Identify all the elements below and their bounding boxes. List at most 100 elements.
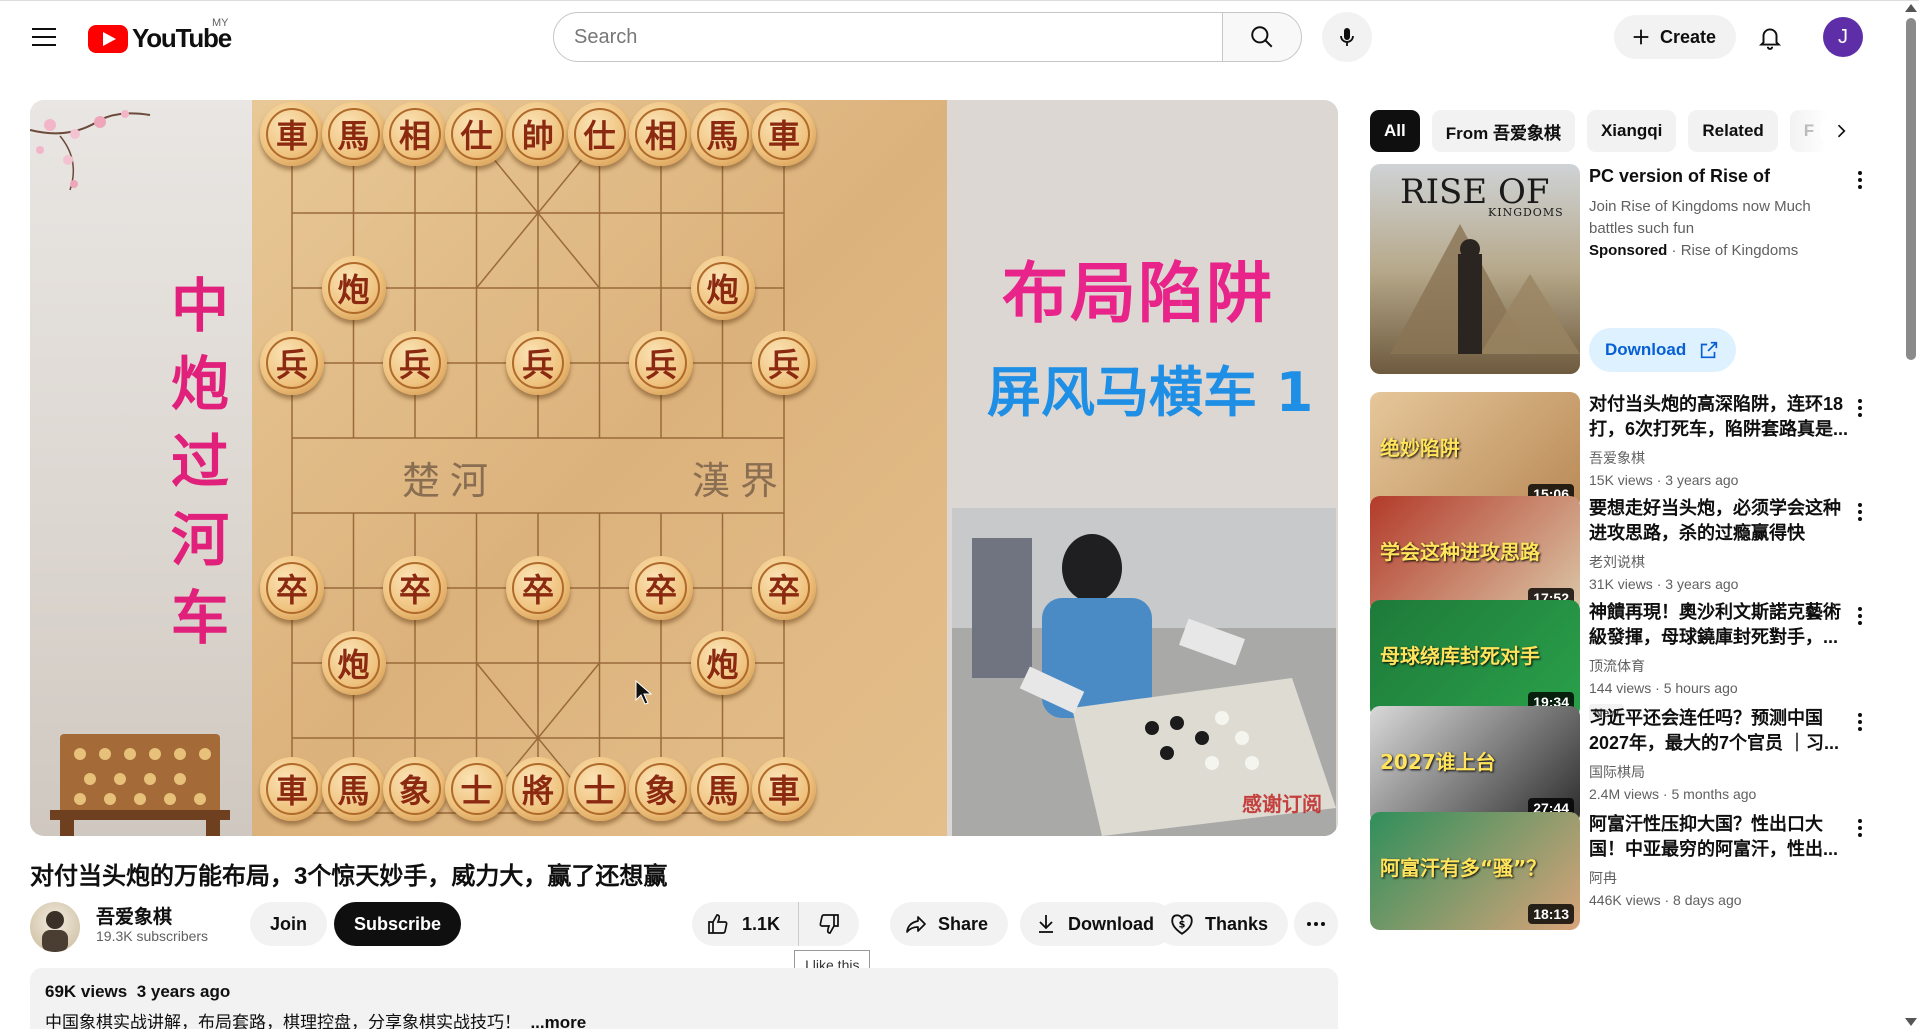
ad-title[interactable]: PC version of Rise of Kingdoms bbox=[1589, 164, 1849, 190]
recommendation-age: 8 days ago bbox=[1673, 892, 1742, 908]
region-code: MY bbox=[212, 17, 229, 29]
like-dislike-group: 1.1K bbox=[692, 902, 860, 946]
xiangqi-piece: 仕 bbox=[567, 102, 632, 166]
more-actions-button[interactable] bbox=[1294, 902, 1338, 946]
piece-label: 炮 bbox=[337, 646, 370, 684]
recommendation-card[interactable]: 母球绕库封死对手 19:34 神饋再現！奧沙利文斯諾克藝術級發揮，母球鐃庫封死對手，… bbox=[1370, 600, 1880, 722]
search-icon bbox=[1251, 26, 1273, 48]
video-title: 对付当头炮的万能布局，3个惊天妙手，威力大，赢了还想赢 bbox=[30, 863, 668, 890]
search-box[interactable] bbox=[553, 12, 1223, 62]
kebab-icon[interactable] bbox=[1848, 396, 1872, 420]
kebab-icon[interactable] bbox=[1848, 710, 1872, 734]
recommendation-title[interactable]: 阿富汗性压抑大国？性出口大国！中亚最穷的阿富汗，性出... bbox=[1589, 812, 1849, 862]
recommendation-channel[interactable]: 顶流体育 bbox=[1589, 656, 1645, 676]
voice-search-button[interactable] bbox=[1322, 12, 1372, 62]
scroll-up-arrow[interactable] bbox=[1905, 4, 1917, 12]
dislike-button[interactable] bbox=[799, 902, 859, 946]
subscribe-button[interactable]: Subscribe bbox=[334, 902, 462, 946]
thumbnail-headline-1: 布局陷阱 bbox=[1002, 255, 1274, 332]
recommendation-views: 2.4M views bbox=[1589, 786, 1660, 802]
create-label: Create bbox=[1660, 26, 1717, 47]
recommendation-card[interactable]: 2027谁上台 27:44 习近平还会连任吗？预测中国2027年，最大的7个官员 ｜… bbox=[1370, 706, 1880, 826]
chip-xiangqi[interactable]: Xiangqi bbox=[1586, 110, 1677, 152]
piece-label: 兵 bbox=[521, 346, 554, 384]
view-count: 69K views bbox=[45, 982, 128, 1001]
ad-download-button[interactable]: Download bbox=[1589, 328, 1737, 372]
chip-related[interactable]: Related bbox=[1688, 110, 1778, 152]
recommendation-title[interactable]: 神饋再現！奧沙利文斯諾克藝術級發揮，母球鐃庫封死對手，... bbox=[1589, 600, 1849, 650]
recommendation-channel[interactable]: 阿冉 bbox=[1589, 868, 1617, 888]
description-meta: 69K views 3 years ago bbox=[45, 982, 1323, 1002]
ad-thumbnail[interactable]: RISE OF KINGDOMS bbox=[1370, 164, 1580, 374]
piece-label: 士 bbox=[460, 772, 493, 810]
kebab-icon[interactable] bbox=[1848, 500, 1872, 524]
notifications-button[interactable] bbox=[1750, 17, 1790, 57]
piece-label: 卒 bbox=[767, 571, 800, 609]
search-input[interactable] bbox=[574, 25, 1202, 49]
xiangqi-piece: 兵 bbox=[752, 331, 816, 395]
download-button[interactable]: Download bbox=[1020, 902, 1174, 946]
piece-label: 帥 bbox=[521, 117, 554, 155]
scroll-down-arrow[interactable] bbox=[1905, 1018, 1917, 1026]
piece-label: 相 bbox=[644, 117, 677, 155]
kebab-icon[interactable] bbox=[1848, 168, 1872, 192]
mini-chessboard-illustration bbox=[50, 734, 230, 836]
recommendation-thumbnail[interactable]: 阿富汗有多“骚”？ 18:13 bbox=[1370, 812, 1580, 930]
recommendation-thumbnail[interactable]: 学会这种进攻思路 17:52 bbox=[1370, 496, 1580, 614]
recommendation-thumbnail[interactable]: 母球绕库封死对手 19:34 bbox=[1370, 600, 1580, 718]
recommendation-thumbnail[interactable]: 绝妙陷阱 15:06 bbox=[1370, 392, 1580, 510]
thumbnail-overlay-text: 学会这种进攻思路 bbox=[1380, 540, 1540, 564]
description-more-link[interactable]: ...more bbox=[530, 1013, 586, 1029]
board-grid bbox=[291, 137, 785, 814]
channel-name[interactable]: 吾爱象棋 bbox=[96, 902, 172, 929]
join-button[interactable]: Join bbox=[250, 902, 328, 946]
description-box[interactable]: 69K views 3 years ago 中国象棋实战讲解，布局套路，棋理控盘… bbox=[30, 968, 1338, 1029]
xiangqi-piece: 車 bbox=[260, 102, 324, 166]
ad-advertiser: Rise of Kingdoms bbox=[1680, 242, 1799, 259]
thumbnail-overlay-text: 阿富汗有多“骚”？ bbox=[1380, 856, 1547, 880]
piece-label: 相 bbox=[398, 117, 431, 155]
xiangqi-piece: 士 bbox=[444, 757, 509, 821]
chip-all[interactable]: All bbox=[1370, 110, 1420, 152]
recommendation-channel[interactable]: 老刘说棋 bbox=[1589, 552, 1645, 572]
recommendation-title[interactable]: 习近平还会连任吗？预测中国2027年，最大的7个官员 ｜习... bbox=[1589, 706, 1849, 756]
recommendation-card[interactable]: 学会这种进攻思路 17:52 要想走好当头炮，必须学会这种进攻思路，杀的过瘾赢得快老… bbox=[1370, 496, 1880, 616]
xiangqi-piece: 兵 bbox=[383, 331, 447, 395]
recommendation-card[interactable]: 阿富汗有多“骚”？ 18:13 阿富汗性压抑大国？性出口大国！中亚最穷的阿富汗，性出… bbox=[1370, 812, 1880, 932]
bell-icon bbox=[1758, 28, 1782, 50]
ad-card[interactable]: RISE OF KINGDOMS PC version of Rise of K… bbox=[1370, 164, 1880, 374]
search-button[interactable] bbox=[1222, 12, 1302, 62]
kebab-icon[interactable] bbox=[1848, 816, 1872, 840]
recommendation-thumbnail[interactable]: 2027谁上台 27:44 bbox=[1370, 706, 1580, 824]
video-player[interactable]: 中 炮 过 河 车 楚河 漢界 車馬相仕帥仕相馬車炮炮兵兵兵兵兵卒卒卒卒卒炮炮車… bbox=[30, 100, 1338, 836]
download-icon bbox=[1039, 915, 1053, 933]
thanks-icon: $ bbox=[1171, 914, 1193, 935]
like-button[interactable]: 1.1K bbox=[692, 902, 800, 946]
account-avatar[interactable]: J bbox=[1823, 17, 1863, 57]
recommendation-card[interactable]: 绝妙陷阱 15:06 对付当头炮的高深陷阱，连环18打，6次打死车，陷阱套路真是..… bbox=[1370, 392, 1880, 512]
page-scrollbar[interactable] bbox=[1906, 18, 1916, 360]
recommendation-channel[interactable]: 国际棋局 bbox=[1589, 762, 1645, 782]
kebab-icon[interactable] bbox=[1848, 604, 1872, 628]
recommendation-channel[interactable]: 吾爱象棋 bbox=[1589, 448, 1645, 468]
xiangqi-board: 楚河 漢界 車馬相仕帥仕相馬車炮炮兵兵兵兵兵卒卒卒卒卒炮炮車馬象士將士象馬車 bbox=[252, 100, 947, 836]
thanks-button[interactable]: $ Thanks bbox=[1155, 902, 1289, 946]
chips-next-button[interactable] bbox=[1820, 110, 1862, 152]
piece-label: 兵 bbox=[275, 346, 308, 384]
youtube-logo[interactable]: YouTube bbox=[88, 23, 232, 54]
xiangqi-piece: 卒 bbox=[260, 556, 324, 620]
piece-label: 炮 bbox=[337, 271, 370, 309]
create-button[interactable]: Create bbox=[1614, 15, 1737, 59]
svg-text:$: $ bbox=[1179, 919, 1186, 930]
thumb-up-icon bbox=[708, 914, 728, 934]
piece-label: 卒 bbox=[521, 571, 554, 609]
menu-icon[interactable] bbox=[24, 17, 64, 57]
recommendation-stats: 144 views · 5 hours ago bbox=[1589, 680, 1738, 696]
channel-avatar[interactable] bbox=[30, 902, 80, 952]
recommendation-title[interactable]: 对付当头炮的高深陷阱，连环18打，6次打死车，陷阱套路真是... bbox=[1589, 392, 1849, 442]
recommendation-title[interactable]: 要想走好当头炮，必须学会这种进攻思路，杀的过瘾赢得快 bbox=[1589, 496, 1849, 546]
vertical-char: 中 bbox=[170, 272, 229, 340]
xiangqi-piece: 車 bbox=[752, 102, 816, 166]
share-button[interactable]: Share bbox=[890, 902, 1009, 946]
chip-from-channel[interactable]: From 吾爱象棋 bbox=[1431, 110, 1575, 152]
